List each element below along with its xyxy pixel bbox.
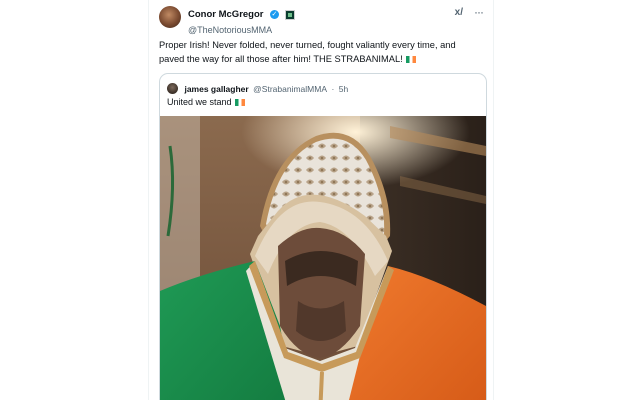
- tweet-header: Conor McGregor ✓ @TheNotoriousMMA x/ ···: [159, 5, 485, 35]
- ireland-flag-emoji-icon: [235, 99, 246, 106]
- tweet-card[interactable]: Conor McGregor ✓ @TheNotoriousMMA x/ ···…: [148, 0, 494, 400]
- affiliation-badge-icon[interactable]: [285, 9, 296, 20]
- author-info: Conor McGregor ✓ @TheNotoriousMMA: [188, 6, 296, 36]
- quoted-timestamp[interactable]: 5h: [339, 84, 348, 94]
- tweet-text: Proper Irish! Never folded, never turned…: [159, 39, 481, 66]
- quoted-author-avatar[interactable]: [167, 83, 178, 95]
- separator-dot: ·: [331, 83, 335, 94]
- quoted-author-name[interactable]: james gallagher: [184, 84, 248, 94]
- verified-badge-icon: ✓: [269, 10, 279, 20]
- author-handle[interactable]: @TheNotoriousMMA: [188, 25, 295, 36]
- grok-icon[interactable]: x/: [455, 7, 463, 18]
- ireland-flag-emoji-icon: [406, 55, 417, 63]
- quoted-author-handle[interactable]: @StrabanimalMMA: [253, 84, 327, 94]
- quoted-tweet-header: james gallagher @StrabanimalMMA · 5h: [167, 80, 348, 95]
- quoted-tweet-text: United we stand: [167, 96, 246, 108]
- quoted-tweet-photo[interactable]: [160, 116, 486, 400]
- author-display-name[interactable]: Conor McGregor: [188, 9, 263, 20]
- quoted-tweet-text-content: United we stand: [167, 97, 232, 107]
- more-options-icon[interactable]: ···: [474, 5, 484, 19]
- quoted-tweet[interactable]: james gallagher @StrabanimalMMA · 5h Uni…: [159, 73, 487, 400]
- avatar[interactable]: [159, 6, 181, 28]
